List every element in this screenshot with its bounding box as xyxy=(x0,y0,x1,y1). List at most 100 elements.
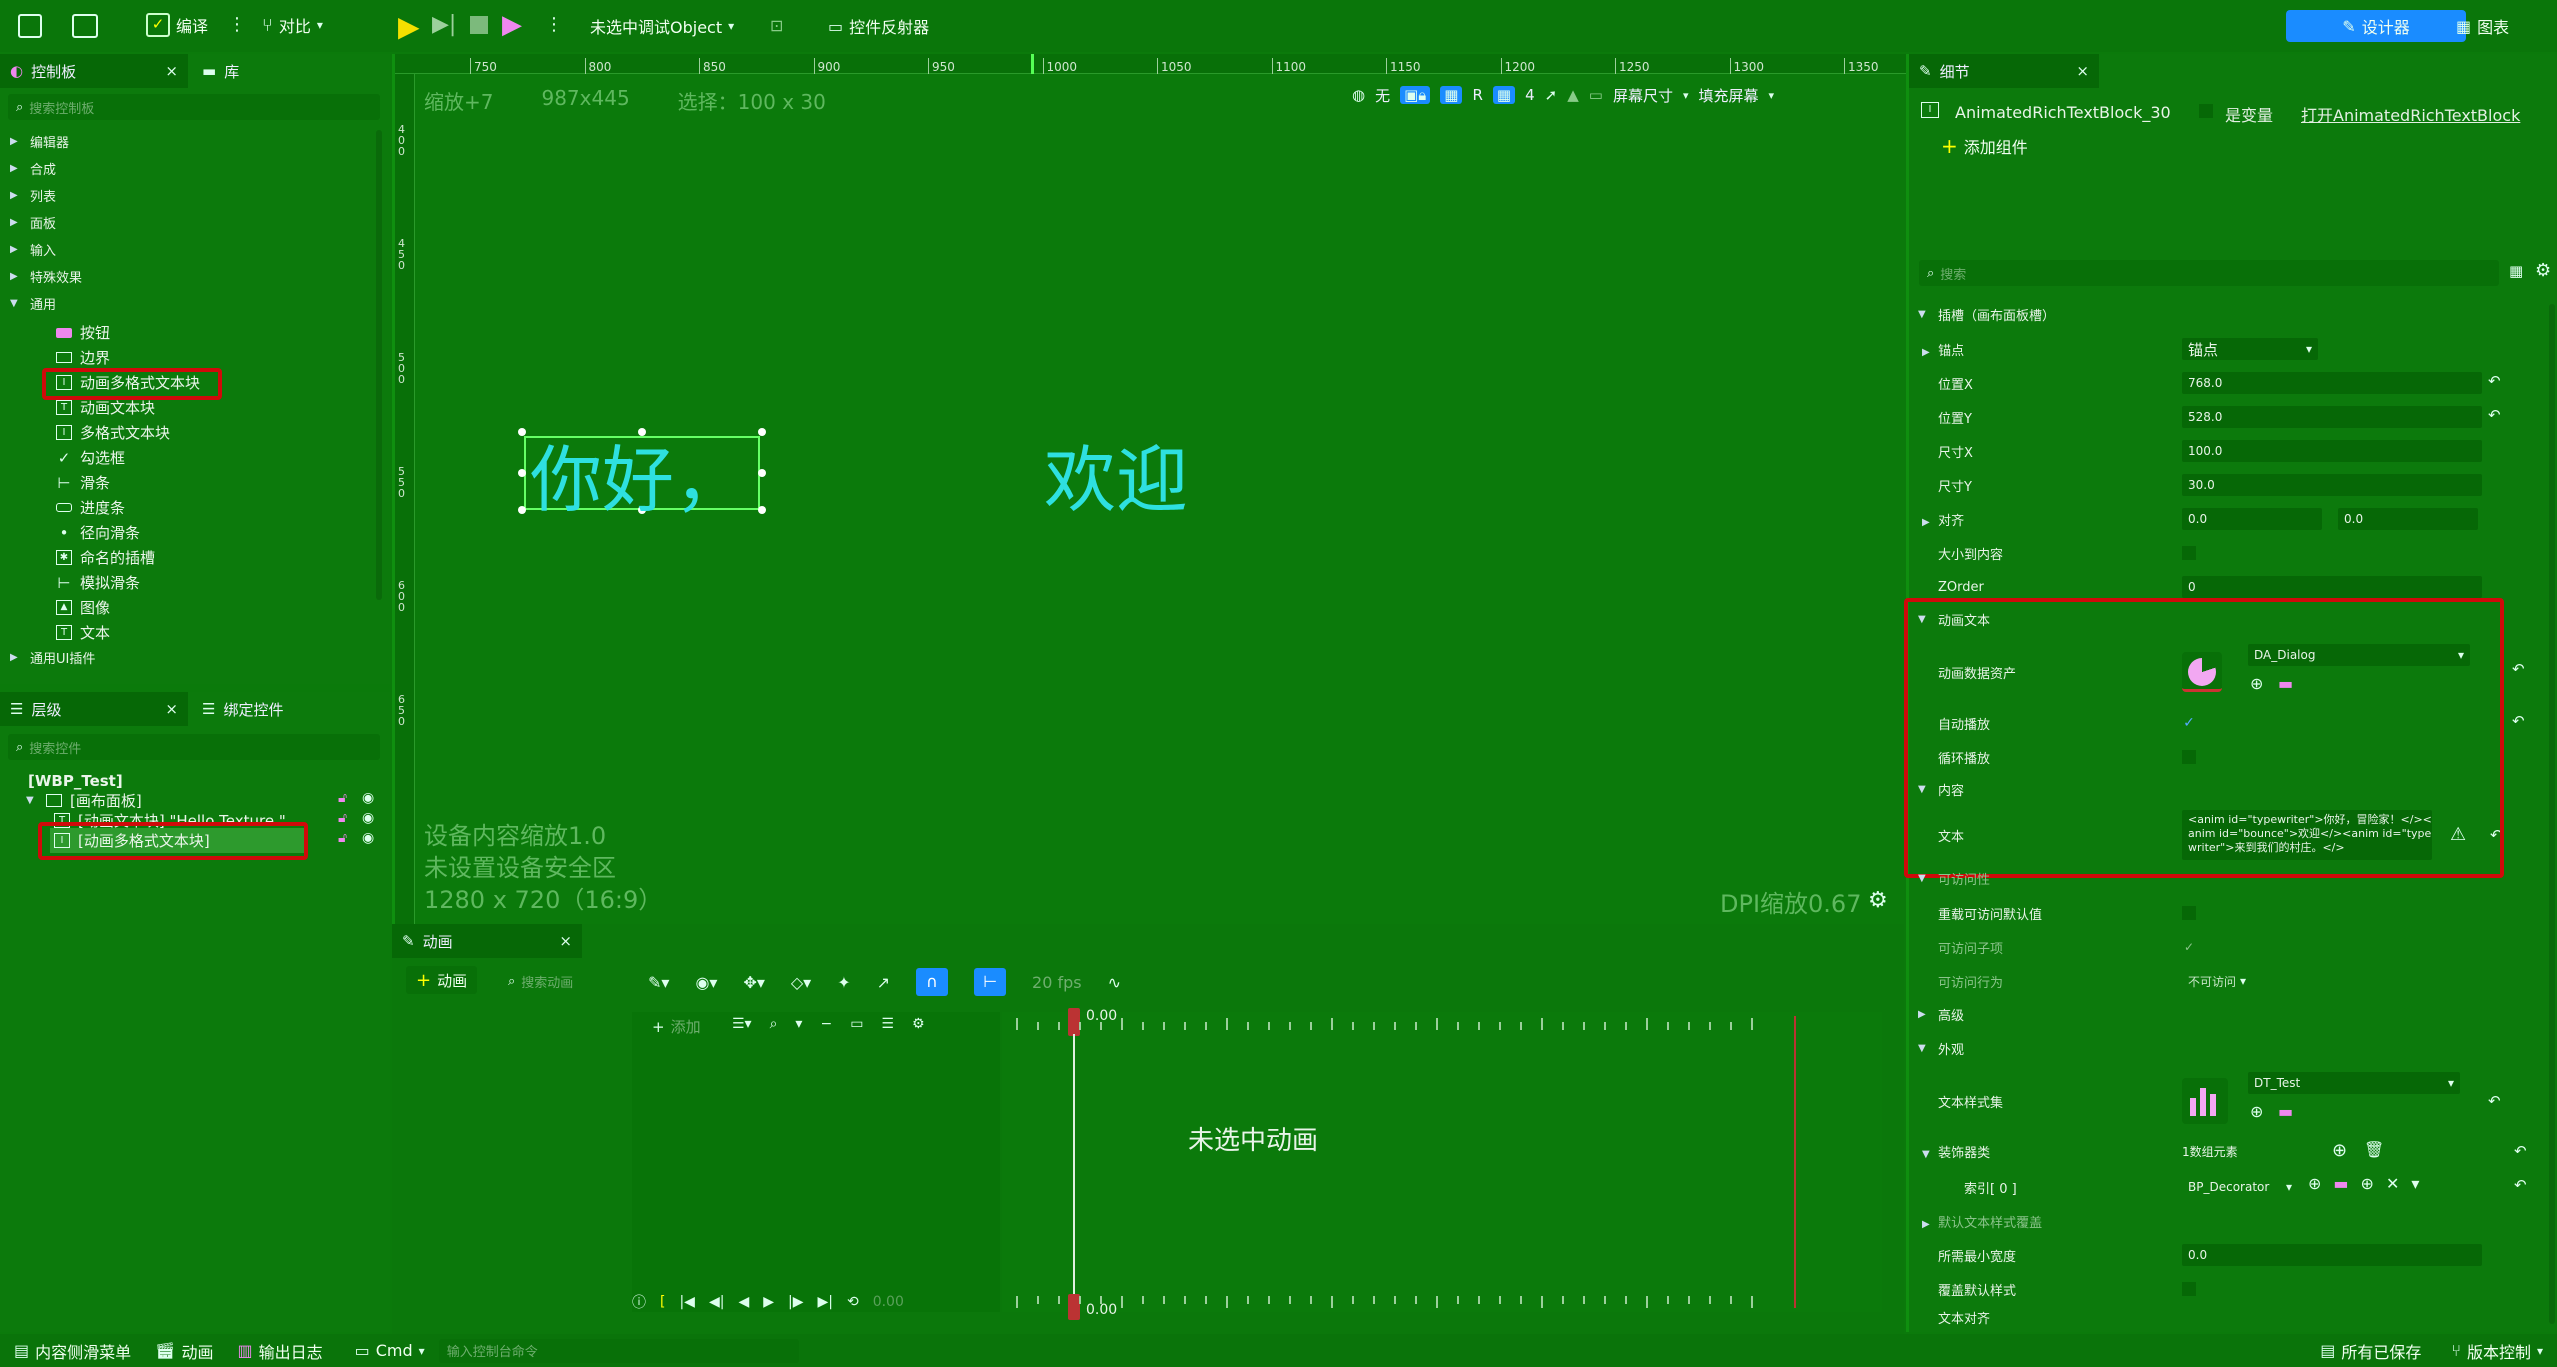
anim-asset-thumbnail[interactable] xyxy=(2182,652,2222,692)
anim-text-section-header[interactable]: ▼ 动画文本 xyxy=(1912,603,2512,635)
animation-search-input[interactable]: ⌕ 搜索动画 xyxy=(500,968,620,994)
trash-icon[interactable]: 🗑︎ xyxy=(2364,1140,2384,1159)
globe-icon[interactable]: ◍ xyxy=(1352,86,1365,104)
reset-icon[interactable]: ↶ xyxy=(2512,660,2525,678)
none-label[interactable]: 无 xyxy=(1375,85,1390,106)
table-view-icon[interactable]: ▦ xyxy=(2509,262,2523,280)
widget-button[interactable]: 按钮 xyxy=(56,320,366,345)
timeline-area[interactable] xyxy=(1002,1012,1882,1312)
tab-animation[interactable]: ✎ 动画 × xyxy=(392,924,582,958)
frame-icon[interactable]: ▭ xyxy=(850,1016,863,1032)
category-composite[interactable]: ▶ 合成 xyxy=(0,155,370,182)
open-class-link[interactable]: 打开AnimatedRichTextBlock xyxy=(2301,102,2520,126)
content-section-header[interactable]: ▼ 内容 xyxy=(1912,773,2512,805)
widget-text[interactable]: T 文本 xyxy=(56,620,366,645)
lock-icon[interactable]: 🔓︎ xyxy=(338,830,347,846)
resize-handle[interactable] xyxy=(638,428,646,436)
alignment-x-field[interactable]: 0.0 xyxy=(2182,508,2322,530)
preview-icon[interactable]: ▭ xyxy=(1589,86,1603,104)
step-icon[interactable]: ▶| xyxy=(432,12,456,37)
category-input[interactable]: ▶ 输入 xyxy=(0,236,370,263)
key-icon[interactable]: ✎▾ xyxy=(648,973,669,992)
category-common-ui-plugin[interactable]: ▶ 通用UI插件 xyxy=(10,644,95,671)
content-drawer-button[interactable]: ▤ 内容侧滑菜单 xyxy=(14,1339,131,1363)
add-track-button[interactable]: + 添加 xyxy=(652,1016,701,1037)
add-element-icon[interactable]: ⊕ xyxy=(2332,1140,2347,1161)
decorator-select[interactable]: BP_Decorator ▾ xyxy=(2182,1176,2292,1198)
save-icon[interactable] xyxy=(18,14,42,38)
gear-icon[interactable]: ⚙ xyxy=(912,1016,925,1032)
palette-search-input[interactable]: ⌕ 搜索控制板 xyxy=(8,94,380,120)
override-access-checkbox[interactable] xyxy=(2182,906,2196,920)
tab-palette[interactable]: ◐ 控制板 × xyxy=(0,54,188,88)
screen-size-select[interactable]: 屏幕尺寸 xyxy=(1613,85,1673,106)
simulate-icon[interactable]: ▶ xyxy=(502,10,522,40)
skip-start-icon[interactable]: |◀ xyxy=(679,1294,694,1310)
reset-icon[interactable]: ↶ xyxy=(2514,1176,2527,1194)
widget-named-slot[interactable]: ✱ 命名的插槽 xyxy=(56,545,366,570)
play-options-icon[interactable]: ⋮ xyxy=(545,14,563,35)
resize-handle[interactable] xyxy=(758,506,766,514)
details-search-input[interactable]: ⌕ 搜索 xyxy=(1919,260,2499,286)
anim-asset-select[interactable]: DA_Dialog ▾ xyxy=(2248,644,2470,666)
hierarchy-search-input[interactable]: ⌕ 搜索控件 xyxy=(8,734,380,760)
access-behavior-select[interactable]: 不可访问 ▾ xyxy=(2182,970,2262,992)
eye-icon[interactable]: ◉ xyxy=(362,790,374,806)
appearance-section-header[interactable]: ▼ 外观 xyxy=(1912,1032,2512,1064)
auto-key-icon[interactable]: ✦ xyxy=(837,973,850,992)
reset-icon[interactable]: ↶ xyxy=(2490,826,2503,844)
category-common[interactable]: ▼ 通用 xyxy=(0,290,370,317)
r-label[interactable]: R xyxy=(1472,86,1482,104)
resize-handle[interactable] xyxy=(518,506,526,514)
tab-library[interactable]: ▬ 库 xyxy=(192,54,249,88)
designer-button[interactable]: ✎ 设计器 xyxy=(2286,10,2466,42)
gear-icon[interactable]: ⚙ xyxy=(1868,888,1888,913)
accessibility-section-header[interactable]: ▼ 可访问性 xyxy=(1912,862,2512,894)
play-icon[interactable]: ▶ xyxy=(763,1294,774,1310)
list-icon[interactable]: ☰ xyxy=(881,1016,894,1032)
browse-asset-icon[interactable]: ▬ xyxy=(2278,1102,2293,1121)
widget-border[interactable]: 边界 xyxy=(56,345,366,370)
category-panel[interactable]: ▶ 面板 xyxy=(0,209,370,236)
alignment-y-field[interactable]: 0.0 xyxy=(2338,508,2478,530)
widget-animated-text-block[interactable]: T 动画文本块 xyxy=(56,395,366,420)
animation-status-button[interactable]: 🎬︎ 动画 xyxy=(155,1339,213,1363)
tree-animated-rich-text-block[interactable]: I [动画多格式文本块] xyxy=(50,828,305,853)
widget-image[interactable]: ▲ 图像 xyxy=(56,595,366,620)
data-table-thumbnail[interactable] xyxy=(2182,1078,2228,1124)
widget-reflector-button[interactable]: ▭ 控件反射器 xyxy=(828,14,929,38)
respect-locks-icon[interactable]: ▦ xyxy=(1440,86,1463,104)
chevron-down-icon[interactable]: ▾ xyxy=(1769,89,1775,102)
curve-icon[interactable]: ↗ xyxy=(877,973,890,992)
wave-icon[interactable]: ∿ xyxy=(1108,973,1121,992)
console-input[interactable]: 输入控制台命令 xyxy=(438,1338,799,1363)
fps-readout[interactable]: 20 fps xyxy=(1032,973,1082,992)
add-component-button[interactable]: + 添加组件 xyxy=(1941,134,2028,158)
override-default-checkbox[interactable] xyxy=(2182,1282,2196,1296)
step-back-icon[interactable]: ◀| xyxy=(709,1294,724,1310)
lock-icon[interactable]: 🔓︎ xyxy=(338,810,347,826)
widget-progress-bar[interactable]: 进度条 xyxy=(56,495,366,520)
use-selected-icon[interactable]: ⊕ xyxy=(2250,1102,2263,1121)
is-variable-checkbox[interactable] xyxy=(2199,104,2213,118)
reset-icon[interactable]: ↶ xyxy=(2488,406,2501,424)
tab-bind-widgets[interactable]: ☰ 绑定控件 xyxy=(192,692,293,726)
chevron-down-icon[interactable]: ▾ xyxy=(1683,89,1689,102)
search-icon[interactable]: ⌕ xyxy=(770,1016,778,1032)
grid-value[interactable]: 4 xyxy=(1525,86,1535,104)
fill-screen-select[interactable]: 填充屏幕 xyxy=(1698,85,1758,106)
debug-find-icon[interactable]: ⊡ xyxy=(770,16,783,35)
browse-asset-icon[interactable]: ▬ xyxy=(2278,674,2293,693)
reset-icon[interactable]: ↶ xyxy=(2512,712,2525,730)
play-reverse-icon[interactable]: ◀ xyxy=(738,1294,749,1310)
close-icon[interactable]: × xyxy=(2076,62,2089,80)
save-status[interactable]: ▤ 所有已保存 xyxy=(2320,1339,2421,1363)
loop-icon[interactable]: ⟲ xyxy=(847,1294,859,1310)
widget-slider[interactable]: ⊢ 滑条 xyxy=(56,470,366,495)
autoplay-checkbox[interactable]: ✓ xyxy=(2182,716,2196,730)
bracket-icon[interactable]: [ xyxy=(660,1294,665,1310)
close-icon[interactable]: × xyxy=(165,62,178,80)
position-y-field[interactable]: 528.0 xyxy=(2182,406,2482,428)
can-children-checkbox[interactable]: ✓ xyxy=(2182,940,2196,954)
pointer-icon[interactable]: ➚ xyxy=(1545,86,1558,104)
